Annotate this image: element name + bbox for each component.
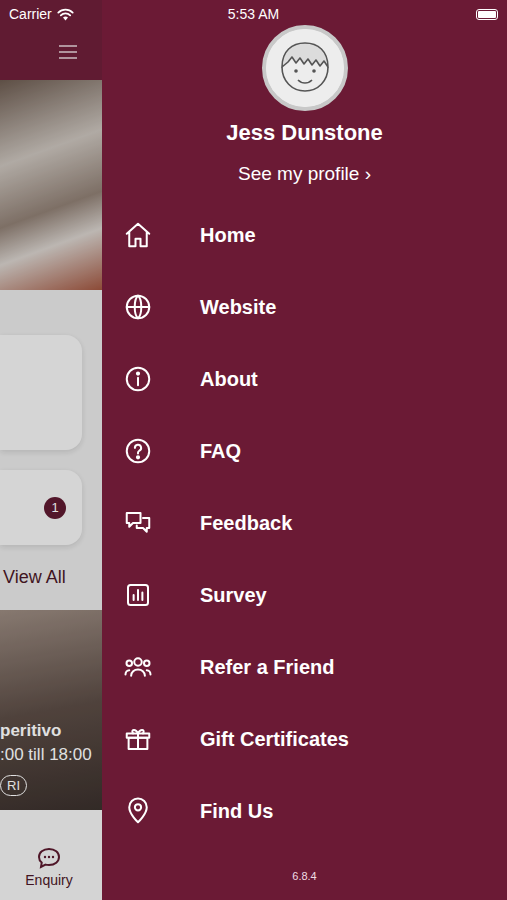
menu-label: Find Us	[200, 800, 273, 823]
chart-icon	[123, 580, 153, 610]
menu-item[interactable]: Website	[102, 271, 507, 343]
home-page: 1 View All peritivo :00 till 18:00 RI En…	[0, 0, 102, 900]
avatar-face-icon	[266, 29, 344, 107]
menu-label: Survey	[200, 584, 267, 607]
menu-item[interactable]: Gift Certificates	[102, 703, 507, 775]
info-icon	[123, 364, 153, 394]
globe-icon	[123, 292, 153, 322]
menu-list: Home Website About FAQ Feedback Survey R…	[102, 199, 507, 847]
menu-item[interactable]: About	[102, 343, 507, 415]
battery-icon	[476, 9, 498, 20]
menu-label: Website	[200, 296, 276, 319]
clock: 5:53 AM	[228, 6, 279, 22]
gift-icon	[123, 724, 153, 754]
menu-item[interactable]: FAQ	[102, 415, 507, 487]
status-bar: Carrier 5:53 AM	[0, 0, 507, 28]
menu-item[interactable]: Find Us	[102, 775, 507, 847]
menu-label: About	[200, 368, 258, 391]
menu-item[interactable]: Refer a Friend	[102, 631, 507, 703]
menu-label: Refer a Friend	[200, 656, 334, 679]
people-icon	[123, 652, 153, 682]
pin-icon	[123, 796, 153, 826]
question-icon	[123, 436, 153, 466]
menu-item[interactable]: Feedback	[102, 487, 507, 559]
wifi-icon	[57, 8, 74, 21]
home-icon	[123, 220, 153, 250]
profile-link[interactable]: See my profile ›	[238, 162, 371, 186]
menu-label: FAQ	[200, 440, 241, 463]
side-drawer: Jess Dunstone See my profile › Home Webs…	[102, 0, 507, 900]
chat-icon	[123, 508, 153, 538]
menu-label: Feedback	[200, 512, 292, 535]
user-name: Jess Dunstone	[226, 119, 383, 147]
dim-overlay[interactable]	[0, 0, 102, 900]
carrier-name: Carrier	[9, 6, 52, 22]
menu-item[interactable]: Survey	[102, 559, 507, 631]
menu-label: Gift Certificates	[200, 728, 349, 751]
menu-label: Home	[200, 224, 256, 247]
avatar[interactable]	[262, 25, 348, 111]
app-screen: 1 View All peritivo :00 till 18:00 RI En…	[0, 0, 507, 900]
menu-item[interactable]: Home	[102, 199, 507, 271]
app-version: 6.8.4	[292, 870, 316, 900]
